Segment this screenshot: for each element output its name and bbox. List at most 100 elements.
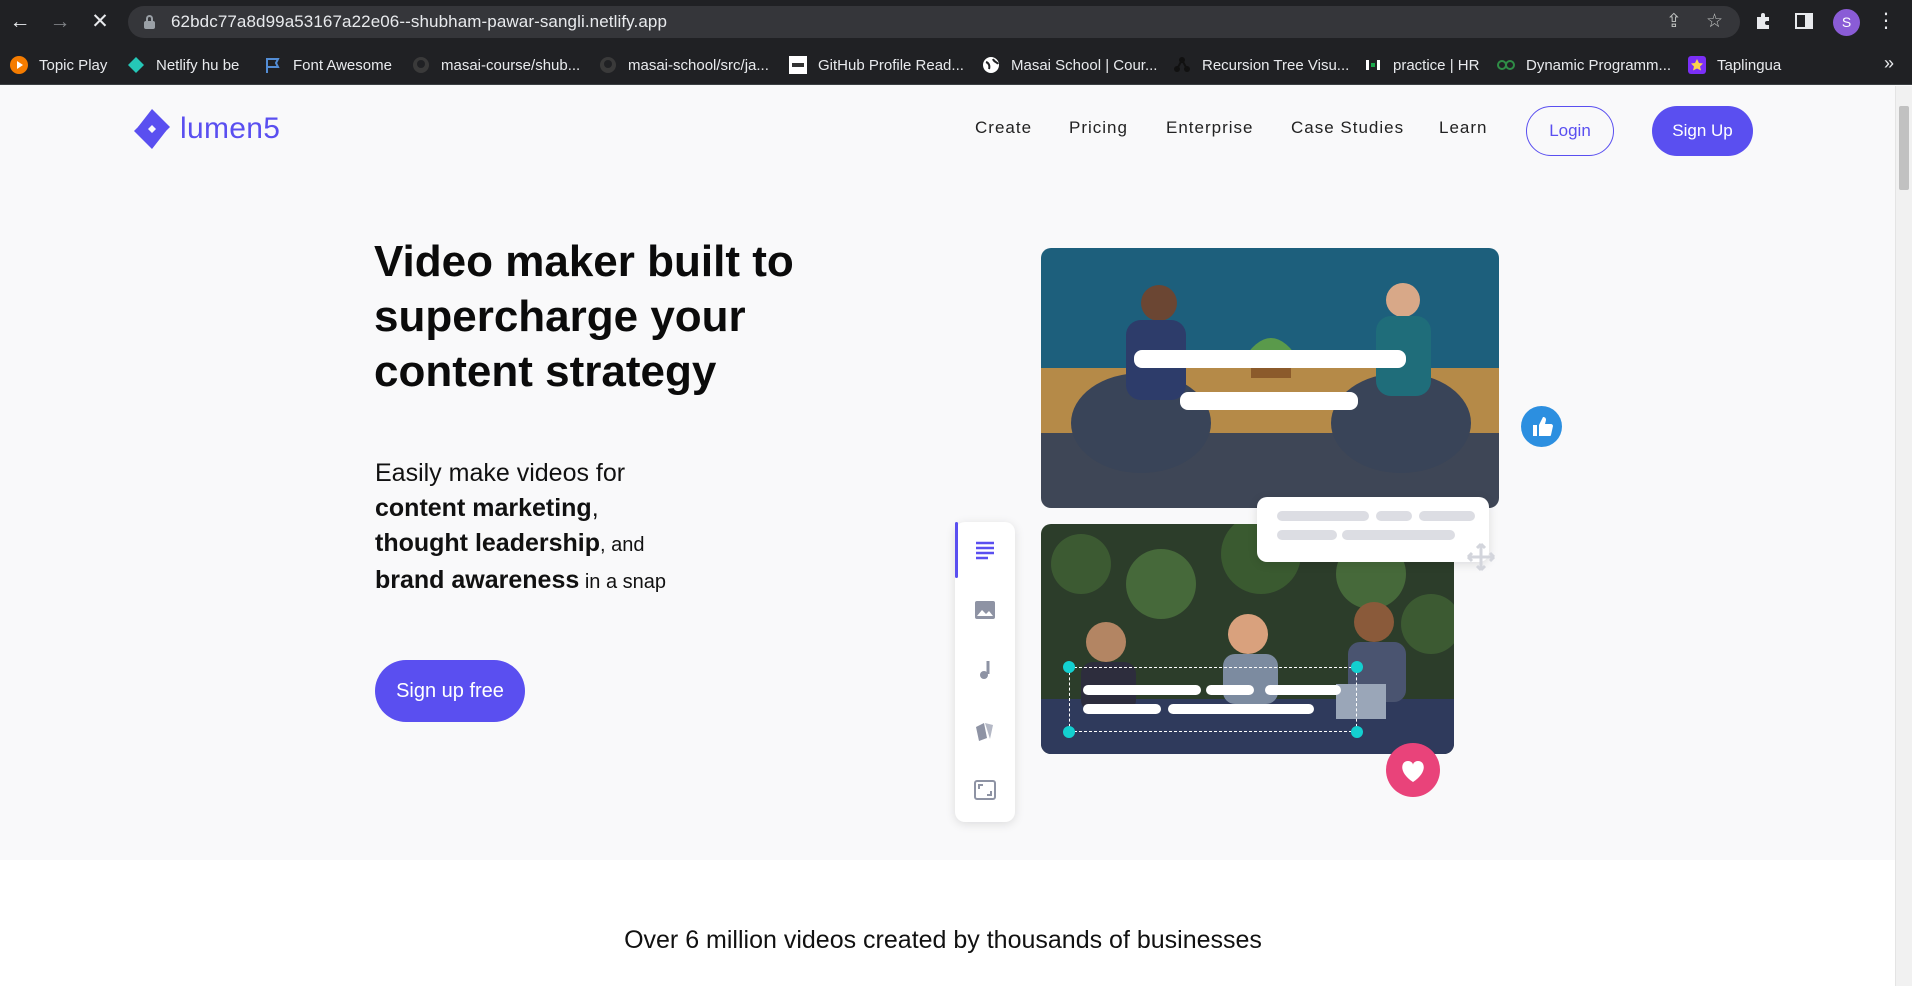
netlify-icon xyxy=(127,56,145,74)
globe-icon xyxy=(982,56,1000,74)
site-logo[interactable]: lumen5 xyxy=(130,108,280,150)
url-text[interactable]: 62bdc77a8d99a53167a22e06--shubham-pawar-… xyxy=(171,12,667,32)
caption-bar-placeholder xyxy=(1180,392,1358,410)
active-tool-indicator xyxy=(955,522,958,578)
bookmark-item[interactable]: GitHub Profile Read... xyxy=(789,52,964,78)
text-selection-box xyxy=(1069,667,1357,732)
move-cross-icon xyxy=(1466,542,1496,572)
flag-icon xyxy=(264,56,282,74)
hero-sub-thought-leadership: thought leadership xyxy=(375,529,600,557)
hero-sub-comma: , xyxy=(591,494,599,522)
side-panel-icon[interactable] xyxy=(1794,11,1814,37)
readme-icon xyxy=(789,56,807,74)
page-viewport: lumen5 Create Pricing Enterprise Case St… xyxy=(0,86,1895,986)
signup-button[interactable]: Sign Up xyxy=(1652,106,1753,156)
bookmark-item[interactable]: Recursion Tree Visu... xyxy=(1173,52,1349,78)
browser-toolbar: ← → ✕ 62bdc77a8d99a53167a22e06--shubham-… xyxy=(0,0,1912,45)
github-icon xyxy=(412,56,430,74)
hero-sub-line1: Easily make videos for xyxy=(375,459,626,487)
music-note-icon[interactable] xyxy=(973,658,997,682)
placeholder-line xyxy=(1277,530,1337,540)
bookmarks-bar: Topic Play Netlify hu be Font Awesome ma… xyxy=(0,45,1912,85)
bookmark-label: Recursion Tree Visu... xyxy=(1202,56,1350,74)
resize-frame-icon[interactable] xyxy=(973,778,997,802)
bookmark-label: Topic Play xyxy=(39,56,108,74)
bookmark-label: Font Awesome xyxy=(293,56,392,74)
bookmark-item[interactable]: Taplingua xyxy=(1688,52,1781,78)
bookmarks-overflow-icon[interactable]: » xyxy=(1884,53,1894,74)
share-icon[interactable]: ⇪ xyxy=(1666,11,1682,33)
hero-subtitle: Easily make videos for content marketing… xyxy=(375,456,855,600)
logo-wordmark: lumen5 xyxy=(180,112,281,145)
editor-side-toolbar xyxy=(955,522,1015,822)
bookmark-label: Netlify hu be xyxy=(156,56,240,74)
signup-free-button[interactable]: Sign up free xyxy=(375,660,525,722)
text-lines-icon[interactable] xyxy=(973,538,997,562)
gfg-icon xyxy=(1497,56,1515,74)
hero-sub-content-marketing: content marketing xyxy=(375,494,592,522)
forward-arrow-icon[interactable]: → xyxy=(48,10,72,34)
stats-section: Over 6 million videos created by thousan… xyxy=(0,860,1895,986)
hackerrank-icon xyxy=(1364,56,1382,74)
scrollbar-thumb[interactable] xyxy=(1899,106,1909,190)
placeholder-line xyxy=(1376,511,1412,521)
selection-handle xyxy=(1351,661,1363,673)
bookmark-item[interactable]: Topic Play xyxy=(10,52,107,78)
image-icon[interactable] xyxy=(973,598,997,622)
meeting-photo xyxy=(1041,248,1499,508)
lock-icon xyxy=(144,15,155,29)
hero-sub-brand-awareness: brand awareness xyxy=(375,566,580,594)
style-cards-icon[interactable] xyxy=(973,718,997,742)
address-bar[interactable]: 62bdc77a8d99a53167a22e06--shubham-pawar-… xyxy=(128,6,1740,38)
nav-learn[interactable]: Learn xyxy=(1439,118,1487,138)
caption-bar-placeholder xyxy=(1206,685,1254,695)
bookmark-item[interactable]: Dynamic Programm... xyxy=(1497,52,1671,78)
bookmark-label: Masai School | Cour... xyxy=(1011,56,1158,74)
stop-loading-icon[interactable]: ✕ xyxy=(88,10,112,34)
placeholder-line xyxy=(1277,511,1369,521)
star-icon xyxy=(1688,56,1706,74)
play-circle-icon xyxy=(10,56,28,74)
page-scrollbar[interactable] xyxy=(1895,86,1912,986)
tree-icon xyxy=(1173,56,1191,74)
placeholder-line xyxy=(1342,530,1455,540)
profile-avatar[interactable]: S xyxy=(1833,9,1860,36)
github-icon xyxy=(599,56,617,74)
hero-sub-end: in a snap xyxy=(579,571,666,593)
bookmark-item[interactable]: Font Awesome xyxy=(264,52,392,78)
bookmark-label: practice | HR xyxy=(1393,56,1480,74)
bookmark-item[interactable]: Netlify hu be xyxy=(127,52,239,78)
nav-enterprise[interactable]: Enterprise xyxy=(1166,118,1253,138)
nav-case-studies[interactable]: Case Studies xyxy=(1291,118,1404,138)
selection-handle xyxy=(1351,726,1363,738)
caption-bar-placeholder xyxy=(1083,704,1161,714)
bookmark-label: Taplingua xyxy=(1717,56,1782,74)
login-button[interactable]: Login xyxy=(1526,106,1614,156)
bookmark-item[interactable]: Masai School | Cour... xyxy=(982,52,1157,78)
bookmark-item[interactable]: masai-school/src/ja... xyxy=(599,52,769,78)
caption-bar-placeholder xyxy=(1265,685,1341,695)
nav-create[interactable]: Create xyxy=(975,118,1032,138)
hero-title: Video maker built to supercharge your co… xyxy=(374,237,794,396)
lumen5-logo-icon xyxy=(134,109,170,149)
stats-headline: Over 6 million videos created by thousan… xyxy=(624,926,1262,954)
nav-pricing[interactable]: Pricing xyxy=(1069,118,1128,138)
bookmark-star-icon[interactable]: ☆ xyxy=(1706,11,1723,33)
extensions-puzzle-icon[interactable] xyxy=(1754,11,1774,37)
bookmark-item[interactable]: practice | HR xyxy=(1364,52,1479,78)
bookmark-label: masai-course/shub... xyxy=(441,56,581,74)
placeholder-line xyxy=(1419,511,1475,521)
bookmark-label: GitHub Profile Read... xyxy=(818,56,964,74)
caption-bar-placeholder xyxy=(1083,685,1201,695)
selection-handle xyxy=(1063,726,1075,738)
bookmark-label: Dynamic Programm... xyxy=(1526,56,1672,74)
hero-sub-and: , and xyxy=(600,534,645,556)
caption-bar-placeholder xyxy=(1134,350,1406,368)
heart-icon xyxy=(1386,743,1440,797)
back-arrow-icon[interactable]: ← xyxy=(8,10,32,34)
caption-bar-placeholder xyxy=(1168,704,1314,714)
bookmark-label: masai-school/src/ja... xyxy=(628,56,769,74)
browser-menu-icon[interactable]: ⋮ xyxy=(1876,8,1896,34)
bookmark-item[interactable]: masai-course/shub... xyxy=(412,52,580,78)
selection-handle xyxy=(1063,661,1075,673)
